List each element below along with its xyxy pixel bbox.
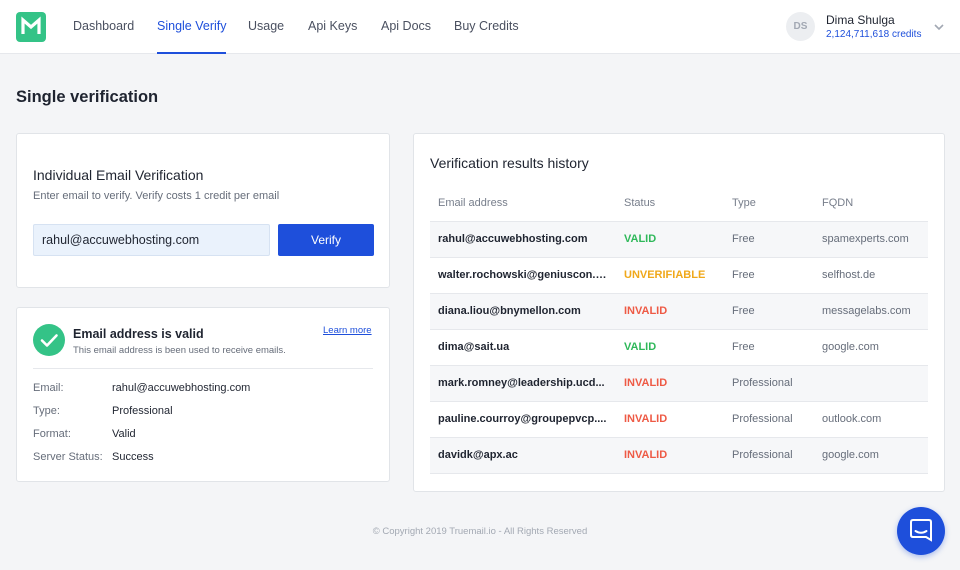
- nav-api-docs[interactable]: Api Docs: [381, 0, 431, 54]
- table-row[interactable]: walter.rochowski@geniuscon.c... UNVERIFI…: [430, 258, 928, 294]
- detail-value: Success: [112, 451, 154, 463]
- row-type: Free: [732, 269, 755, 281]
- row-status: VALID: [624, 233, 657, 245]
- results-history-card: Verification results history Email addre…: [413, 133, 945, 492]
- row-fqdn: selfhost.de: [822, 269, 876, 281]
- table-body: rahul@accuwebhosting.com VALID Free spam…: [430, 222, 928, 474]
- truemail-logo[interactable]: [16, 12, 46, 42]
- individual-verification-card: Individual Email Verification Enter emai…: [16, 133, 390, 288]
- table-header: Email address Status Type FQDN: [430, 186, 928, 222]
- user-avatar[interactable]: DS: [786, 12, 815, 41]
- row-email: dima@sait.ua: [438, 341, 510, 353]
- nav-api-keys[interactable]: Api Keys: [308, 0, 357, 54]
- table-row[interactable]: pauline.courroy@groupepvcp.... INVALID P…: [430, 402, 928, 438]
- table-row[interactable]: diana.liou@bnymellon.com INVALID Free me…: [430, 294, 928, 330]
- detail-value: rahul@accuwebhosting.com: [112, 382, 251, 394]
- verification-result-card: Email address is valid This email addres…: [16, 307, 390, 482]
- row-email: walter.rochowski@geniuscon.c...: [438, 269, 608, 281]
- table-row[interactable]: davidk@apx.ac INVALID Professional googl…: [430, 438, 928, 474]
- result-subtitle: This email address is been used to recei…: [73, 345, 286, 356]
- row-fqdn: [822, 366, 928, 401]
- row-type: Professional: [732, 413, 793, 425]
- row-status: VALID: [624, 341, 657, 353]
- nav-usage[interactable]: Usage: [248, 0, 284, 54]
- detail-value: Professional: [112, 405, 173, 417]
- row-fqdn: google.com: [822, 341, 879, 353]
- row-status: UNVERIFIABLE: [624, 269, 706, 281]
- row-status: INVALID: [624, 413, 668, 425]
- email-input[interactable]: [33, 224, 270, 256]
- nav-dashboard[interactable]: Dashboard: [73, 0, 134, 54]
- column-header-status: Status: [624, 197, 656, 209]
- table-row[interactable]: dima@sait.ua VALID Free google.com: [430, 330, 928, 366]
- column-header-fqdn: FQDN: [822, 197, 854, 209]
- row-status: INVALID: [624, 449, 668, 461]
- user-credits: 2,124,711,618 credits: [826, 29, 922, 40]
- verify-card-subtitle: Enter email to verify. Verify costs 1 cr…: [33, 190, 280, 202]
- row-email: davidk@apx.ac: [438, 449, 518, 461]
- table-row[interactable]: mark.romney@leadership.ucd... INVALID Pr…: [430, 366, 928, 402]
- row-fqdn: spamexperts.com: [822, 233, 909, 245]
- nav-single-verify[interactable]: Single Verify: [157, 0, 227, 54]
- row-email: mark.romney@leadership.ucd...: [438, 377, 605, 389]
- row-fqdn: messagelabs.com: [822, 305, 911, 317]
- column-header-email: Email address: [438, 197, 508, 209]
- history-title: Verification results history: [430, 155, 589, 171]
- detail-label: Email:: [33, 382, 64, 394]
- top-navbar: Dashboard Single Verify Usage Api Keys A…: [0, 0, 960, 54]
- row-email: pauline.courroy@groupepvcp....: [438, 413, 607, 425]
- footer-copyright: © Copyright 2019 Truemail.io - All Right…: [372, 526, 588, 537]
- verify-button[interactable]: Verify: [278, 224, 374, 256]
- row-fqdn: google.com: [822, 449, 879, 461]
- row-type: Professional: [732, 377, 793, 389]
- row-email: rahul@accuwebhosting.com: [438, 233, 588, 245]
- nav-buy-credits[interactable]: Buy Credits: [454, 0, 519, 54]
- row-fqdn: outlook.com: [822, 413, 882, 425]
- row-type: Free: [732, 233, 755, 245]
- chevron-down-icon[interactable]: [932, 20, 946, 34]
- table-row[interactable]: rahul@accuwebhosting.com VALID Free spam…: [430, 222, 928, 258]
- detail-value: Valid: [112, 428, 136, 440]
- detail-label: Type:: [33, 405, 60, 417]
- detail-label: Server Status:: [33, 451, 103, 463]
- row-type: Free: [732, 305, 755, 317]
- chat-icon[interactable]: [897, 507, 945, 555]
- user-name[interactable]: Dima Shulga: [826, 13, 895, 27]
- page-title: Single verification: [16, 88, 159, 106]
- row-type: Free: [732, 341, 755, 353]
- column-header-type: Type: [732, 197, 756, 209]
- verify-card-title: Individual Email Verification: [33, 167, 204, 183]
- learn-more-link[interactable]: Learn more: [323, 325, 372, 336]
- row-email: diana.liou@bnymellon.com: [438, 305, 581, 317]
- history-table: Email address Status Type FQDN rahul@acc…: [430, 186, 928, 474]
- detail-label: Format:: [33, 428, 71, 440]
- result-title: Email address is valid: [73, 327, 204, 341]
- row-status: INVALID: [624, 305, 668, 317]
- row-status: INVALID: [624, 377, 668, 389]
- check-icon: [33, 324, 65, 356]
- divider: [33, 368, 373, 369]
- row-type: Professional: [732, 449, 793, 461]
